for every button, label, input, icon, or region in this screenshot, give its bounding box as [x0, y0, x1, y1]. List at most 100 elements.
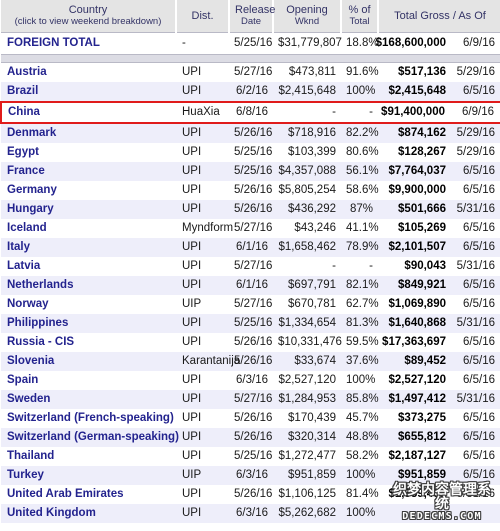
country-link[interactable]: Sweden [1, 390, 176, 409]
column-header-dist-label: Dist. [191, 9, 214, 22]
table-row[interactable]: Hungary UPI 5/26/16 $436,292 87% $501,666 5/31… [1, 200, 500, 219]
total-gross-as-of-cell: $90,043 5/31/16 [378, 257, 500, 276]
pct-of-total-cell: 59.5% [341, 333, 379, 352]
country-link[interactable]: Philippines [1, 314, 176, 333]
total-gross-as-of-cell: $655,812 6/5/16 [378, 428, 500, 447]
total-gross-as-of-cell: $2,187,127 6/5/16 [378, 447, 500, 466]
release-date-cell: 5/26/16 [229, 181, 273, 200]
table-row[interactable]: France UPI 5/25/16 $4,357,088 56.1% $7,764,03… [1, 162, 500, 181]
table-row[interactable]: Slovenia Karantanija 5/26/16 $33,674 37.6% $8… [1, 352, 500, 371]
country-link[interactable]: Latvia [1, 257, 176, 276]
country-link[interactable]: Italy [1, 238, 176, 257]
table-row[interactable]: Philippines UPI 5/25/16 $1,334,654 81.3% $1,6… [1, 314, 500, 333]
table-row[interactable]: Latvia UPI 5/27/16- - $90,043 5/31/16 [1, 257, 500, 276]
country-link[interactable]: Hungary [1, 200, 176, 219]
column-header-opening-wknd[interactable]: Opening Wknd [273, 0, 342, 33]
opening-wknd-cell: $4,357,088 [273, 162, 341, 181]
country-link[interactable]: China [0, 101, 176, 124]
table-row[interactable]: Switzerland (French-speaking) UPI 5/26/16 $… [1, 409, 500, 428]
pct-of-total-cell: - [341, 257, 378, 276]
table-row[interactable]: Brazil UPI 6/2/16 $2,415,648 100% $2,415,648 6… [1, 82, 500, 102]
table-row[interactable]: Germany UPI 5/26/16 $5,805,254 58.6% $9,900,0… [1, 181, 500, 200]
table-row[interactable]: United Kingdom UPI 6/3/16 $5,262,682 100% [1, 504, 500, 523]
table-row[interactable]: Spain UPI 6/3/16 $2,527,120 100% $2,527,120 6/… [1, 371, 500, 390]
country-link[interactable]: United Kingdom [1, 504, 176, 523]
opening-wknd-cell: $2,415,648 [273, 82, 341, 102]
total-gross-as-of-cell: $7,764,037 6/5/16 [378, 162, 500, 181]
release-date-cell: 6/3/16 [229, 466, 273, 485]
table-header: Country (click to view weekend breakdown… [1, 0, 500, 33]
pct-of-total-cell: 81.3% [341, 314, 379, 333]
pct-of-total-cell: 58.2% [341, 447, 379, 466]
as-of-date: 5/29/16 [456, 146, 495, 158]
opening-wknd-cell: $697,791 [273, 276, 341, 295]
column-header-country[interactable]: Country (click to view weekend breakdown… [1, 0, 177, 33]
table-row[interactable]: China HuaXia 6/8/16- - $91,400,000 6/9/16 [0, 101, 500, 124]
total-gross-value: $951,859 [398, 469, 446, 481]
table-row[interactable]: Thailand UPI 5/25/16 $1,272,477 58.2% $2,187,… [1, 447, 500, 466]
distributor-cell: UPI [176, 428, 229, 447]
column-header-pct-sublabel: Total [349, 16, 370, 27]
distributor-cell: UPI [176, 62, 229, 82]
pct-of-total-cell: 78.9% [341, 238, 379, 257]
country-link[interactable]: Switzerland (German-speaking) [1, 428, 179, 447]
table-row[interactable]: Denmark UPI 5/26/16 $718,916 82.2% $874,162 5/… [1, 123, 500, 143]
table-row[interactable]: Switzerland (German-speaking) UPI 5/26/16 $… [1, 428, 500, 447]
country-link[interactable]: Thailand [1, 447, 176, 466]
country-link[interactable]: Austria [1, 62, 176, 82]
table-row[interactable]: Italy UPI 6/1/16 $1,658,462 78.9% $2,101,507 6… [1, 238, 500, 257]
country-link[interactable]: Spain [1, 371, 176, 390]
release-date-cell: 6/3/16 [229, 504, 273, 523]
country-link[interactable]: Slovenia [1, 352, 176, 371]
table-row[interactable]: Russia - CIS UPI 5/26/16 $10,331,476 59.5% $1… [1, 333, 500, 352]
country-link[interactable]: Denmark [1, 123, 176, 143]
column-header-pct-of-total[interactable]: % of Total [341, 0, 379, 33]
table-row[interactable]: United Arab Emirates UPI 5/26/16 $1,106,125… [1, 485, 500, 504]
foreign-total-opening: $31,779,807 [273, 32, 342, 55]
total-gross-as-of-cell: $1,497,412 5/31/16 [378, 390, 500, 409]
country-link[interactable]: Norway [1, 295, 176, 314]
table-row[interactable]: Turkey UIP 6/3/16 $951,859 100% $951,859 6/5/1… [1, 466, 500, 485]
opening-wknd-cell: $1,334,654 [273, 314, 341, 333]
country-link[interactable]: Iceland [1, 219, 176, 238]
as-of-date: 5/29/16 [456, 66, 495, 78]
distributor-cell: UPI [176, 314, 229, 333]
column-header-total-gross-as-of[interactable]: Total Gross / As Of [378, 0, 500, 33]
country-link[interactable]: Russia - CIS [1, 333, 176, 352]
country-link[interactable]: United Arab Emirates [1, 485, 176, 504]
table-row[interactable]: Sweden UPI 5/27/16 $1,284,953 85.8% $1,497,41… [1, 390, 500, 409]
total-gross-as-of-cell: $849,921 6/5/16 [378, 276, 500, 295]
as-of-date: 6/5/16 [463, 241, 495, 253]
as-of-date: 6/5/16 [463, 450, 495, 462]
foreign-total-as-of: 6/9/16 [463, 37, 495, 49]
table-row[interactable]: Austria UPI 5/27/16 $473,811 91.6% $517,136 5/… [1, 62, 500, 82]
table-row[interactable]: Egypt UPI 5/25/16 $103,399 80.6% $128,267 5/29… [1, 143, 500, 162]
total-gross-as-of-cell: $501,666 5/31/16 [378, 200, 500, 219]
table-row[interactable]: Netherlands UPI 6/1/16 $697,791 82.1% $849,92… [1, 276, 500, 295]
total-gross-value: $2,527,120 [388, 374, 446, 386]
foreign-total-row: FOREIGN TOTAL -5/25/16 $31,779,807 18.8% $16… [1, 32, 500, 55]
foreign-total-pct: 18.8% [341, 32, 379, 55]
distributor-cell: UPI [176, 371, 229, 390]
country-link[interactable]: Turkey [1, 466, 176, 485]
total-gross-value: $373,275 [398, 412, 446, 424]
table-row[interactable]: Norway UIP 5/27/16 $670,781 62.7% $1,069,890 6… [1, 295, 500, 314]
column-header-release-date[interactable]: Release Date [229, 0, 275, 33]
total-gross-as-of-cell: $1,359,435 5/31/16 [378, 485, 500, 504]
total-gross-value: $7,764,037 [388, 165, 446, 177]
country-link[interactable]: Switzerland (French-speaking) [1, 409, 176, 428]
total-gross-value: $655,812 [398, 431, 446, 443]
country-link[interactable]: Egypt [1, 143, 176, 162]
foreign-total-label[interactable]: FOREIGN TOTAL [1, 32, 176, 55]
column-header-dist[interactable]: Dist. [176, 0, 230, 33]
total-gross-value: $2,187,127 [388, 450, 446, 462]
table-row[interactable]: Iceland Myndform 5/27/16 $43,246 41.1% $105,2… [1, 219, 500, 238]
country-link[interactable]: Netherlands [1, 276, 176, 295]
distributor-cell: HuaXia [176, 101, 229, 124]
release-date-cell: 5/26/16 [229, 428, 273, 447]
country-link[interactable]: Brazil [1, 82, 176, 102]
release-date-cell: 5/27/16 [229, 62, 273, 82]
distributor-cell: UPI [176, 409, 229, 428]
country-link[interactable]: France [1, 162, 176, 181]
country-link[interactable]: Germany [1, 181, 176, 200]
